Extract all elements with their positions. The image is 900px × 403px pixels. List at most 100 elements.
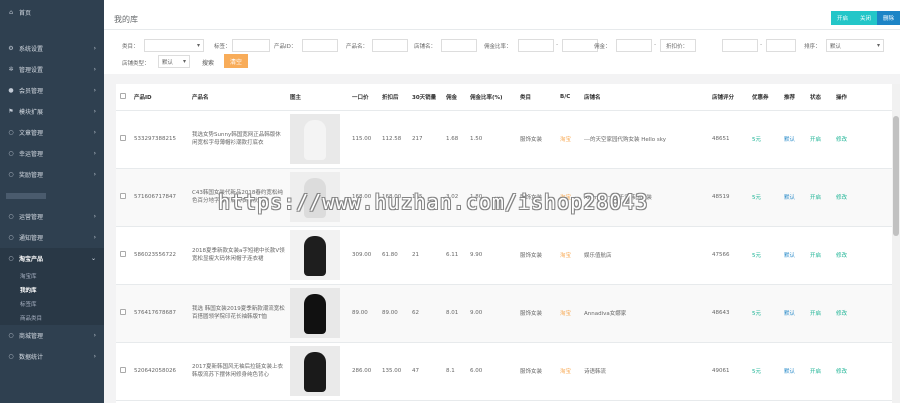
delete-button[interactable]: 删除 [876,11,900,25]
product-image [286,110,348,169]
sales-30d: 47 [408,342,442,401]
sidebar-item-stats[interactable]: ○ 数据统计 › [0,346,104,367]
table-body: 533297388215 我选女势Sunny韩国宽网正品韩版休闲宽松字母薄帽衫潮款… [116,110,892,401]
category-select[interactable] [144,39,204,52]
recommend-link[interactable]: 默认 [780,284,806,343]
sales-30d: 217 [408,110,442,169]
shop-name-input[interactable] [441,39,477,52]
sidebar-subitem-my-lib[interactable]: 我的库 [0,283,104,297]
product-name-input[interactable] [372,39,408,52]
recommend-link[interactable]: 默认 [780,168,806,227]
sidebar-item-label: 首页 [19,9,32,17]
table-header: 产品ID 产品名 图主 一口价 折扣后 30天销量 佣金 佣金比率(%) 类目 B/C 店铺名 店铺评… [116,84,892,111]
status-toggle[interactable]: 开启 [806,342,832,401]
shop-score: 48651 [708,110,748,169]
row-checkbox[interactable] [120,193,126,199]
search-button[interactable]: 搜索 [202,58,214,67]
sidebar-item-3[interactable]: ⚑ 模块扩展 › [0,101,104,122]
row-checkbox[interactable] [120,251,126,257]
commission-ratio-max-input[interactable] [562,39,598,52]
column-header: B/C [556,84,580,111]
sidebar-item-taobao-products[interactable]: ○ 淘宝产品 ⌄ [0,248,104,269]
sidebar-item-8[interactable]: ○ 运营管理 › [0,206,104,227]
sidebar: ⌂ 首页 ⚙ 系统设置 › ✲ 管理设置 › ● 会员管理 › ⚑ 模块扩展 › ○ 文章管理 › ○ 幸运管理… [0,0,104,403]
coupon: 5元 [748,284,780,343]
column-header: 图主 [286,84,348,111]
product-id-input[interactable] [302,39,338,52]
shop-name-label: 店铺名： [414,44,437,50]
edit-link[interactable]: 修改 [832,110,892,169]
disable-button[interactable]: 关闭 [853,11,877,25]
product-thumbnail[interactable] [290,346,340,396]
product-thumbnail[interactable] [290,114,340,164]
sidebar-subitem-categories[interactable]: 商品类目 [0,311,104,325]
garment-shape [304,352,326,392]
status-toggle[interactable]: 开启 [806,110,832,169]
discount-price-max-input[interactable] [766,39,796,52]
table-row: 533297388215 我选女势Sunny韩国宽网正品韩版休闲宽松字母薄帽衫潮款… [116,110,892,169]
discount-price-min-input[interactable] [722,39,758,52]
category: 服饰女装 [516,342,556,401]
sidebar-item-4[interactable]: ○ 文章管理 › [0,122,104,143]
commission-min-input[interactable] [616,39,652,52]
table-row: 586023556722 2018夏季新款女装a字短裙中长款V领宽松显瘦大码休闲帽… [116,226,892,285]
recommend-link[interactable]: 默认 [780,342,806,401]
sidebar-item-home[interactable]: ⌂ 首页 [0,0,104,24]
sort-select[interactable]: 默认 [826,39,884,52]
scrollbar-thumb[interactable] [893,116,899,236]
row-checkbox[interactable] [120,135,126,141]
sidebar-item-label: 管理设置 [19,67,44,74]
product-thumbnail[interactable] [290,230,340,280]
status-toggle[interactable]: 开启 [806,226,832,285]
row-select-cell [116,226,130,285]
row-checkbox[interactable] [120,367,126,373]
sidebar-item-label: 文章管理 [19,130,44,137]
select-all-header[interactable] [116,84,130,111]
shop-type-label: 店铺类型： [122,61,150,67]
sidebar-item-2[interactable]: ● 会员管理 › [0,80,104,101]
sidebar-item-mall[interactable]: ○ 商城管理 › [0,325,104,346]
sidebar-item-1[interactable]: ✲ 管理设置 › [0,59,104,80]
edit-link[interactable]: 修改 [832,342,892,401]
list-price: 286.00 [348,342,378,401]
row-select-cell [116,284,130,343]
sidebar-item-label: 奖励管理 [19,172,44,179]
sidebar-item-5[interactable]: ○ 幸运管理 › [0,143,104,164]
table-scrollbar[interactable] [892,84,900,403]
sidebar-subitem-tag-lib[interactable]: 标签库 [0,297,104,311]
circle-icon: ○ [8,332,14,339]
user-icon: ● [8,87,14,94]
sidebar-item-0[interactable]: ⚙ 系统设置 › [0,38,104,59]
range-dash: - [654,41,657,48]
shop-type-select[interactable]: 默认 [158,55,190,68]
product-id-label: 产品ID： [274,44,297,50]
edit-link[interactable]: 修改 [832,168,892,227]
coupon: 5元 [748,342,780,401]
chevron-right-icon: › [93,171,96,178]
select-all-checkbox[interactable] [120,92,126,99]
sidebar-item-6[interactable]: ○ 奖励管理 › [0,164,104,185]
tag-input[interactable] [232,39,270,52]
list-price: 309.00 [348,226,378,285]
recommend-link[interactable]: 默认 [780,110,806,169]
edit-link[interactable]: 修改 [832,284,892,343]
status-toggle[interactable]: 开启 [806,284,832,343]
commission-ratio-min-input[interactable] [518,39,554,52]
sort-label: 排序： [804,44,821,50]
row-checkbox[interactable] [120,309,126,315]
row-select-cell [116,168,130,227]
enable-button[interactable]: 开启 [830,11,854,25]
shop-type: 淘宝 [556,226,580,285]
status-toggle[interactable]: 开启 [806,168,832,227]
edit-link[interactable]: 修改 [832,226,892,285]
product-thumbnail[interactable] [290,288,340,338]
sidebar-item-hidden[interactable] [0,185,104,206]
sidebar-item-label: 会员管理 [19,88,44,95]
shop-type: 淘宝 [556,110,580,169]
recommend-link[interactable]: 默认 [780,226,806,285]
clear-button[interactable]: 清空 [224,54,249,68]
chevron-right-icon: › [93,150,96,157]
sidebar-subitem-taobao-lib[interactable]: 淘宝库 [0,269,104,283]
category: 服饰女装 [516,284,556,343]
sidebar-item-9[interactable]: ○ 通知管理 › [0,227,104,248]
